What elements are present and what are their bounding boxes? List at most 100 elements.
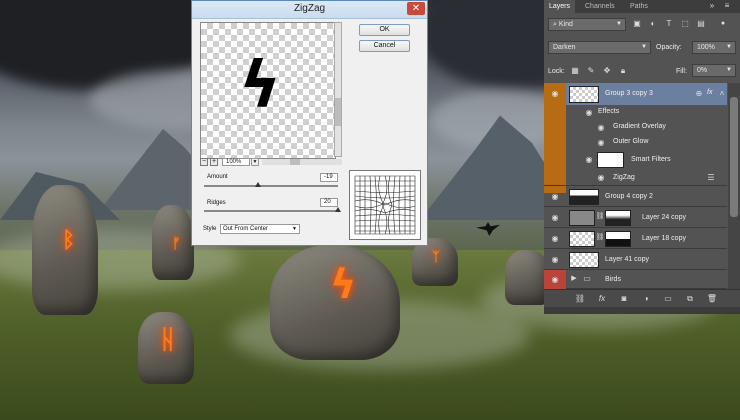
link-layers-icon[interactable]: ⛓ [574,293,586,304]
effect-row-outer-glow[interactable]: ◉ Outer Glow [544,135,727,150]
tab-layers[interactable]: Layers [544,0,576,13]
eye-icon[interactable]: ◉ [550,235,560,243]
style-dropdown[interactable]: Out From Center ▼ [220,224,300,234]
filter-blending-options-icon[interactable]: ☰ [706,173,716,183]
eye-icon[interactable]: ◉ [550,90,560,98]
layer-name[interactable]: Group 3 copy 3 [605,90,653,97]
add-fx-icon[interactable]: fx [596,293,608,304]
panel-tabs: Layers Channels Paths » ≡ [544,0,740,13]
filter-preview[interactable]: ϟ [200,22,336,159]
type-filter-icon[interactable]: T [664,19,674,29]
chevron-up-icon[interactable]: ˄ [717,89,727,99]
filter-row-zigzag[interactable]: ◉ ZigZag ☰ [544,170,727,186]
pixel-filter-icon[interactable]: ▣ [632,19,642,29]
blend-mode-dropdown[interactable]: Darken ▼ [548,41,651,54]
collapse-panel-icon[interactable]: » [707,1,717,11]
layers-scrollbar[interactable] [728,83,740,289]
mask-link-icon[interactable]: ⛓ [595,212,605,222]
preview-vertical-scrollbar[interactable] [334,22,342,157]
layer-name[interactable]: Layer 18 copy [642,235,686,242]
lock-transparency-icon[interactable]: ▦ [570,66,580,76]
fill-field[interactable]: 0% ▼ [692,64,736,77]
layer-mask-thumbnail[interactable] [605,231,631,247]
ridges-slider-track[interactable] [204,210,338,212]
effects-row[interactable]: ◉ Effects [544,105,727,120]
scrollbar-thumb[interactable] [290,159,300,165]
preview-horizontal-scrollbar[interactable] [262,159,342,165]
amount-slider-track[interactable] [204,185,338,187]
smart-filters-row[interactable]: ◉ Smart Filters [544,150,727,170]
close-icon[interactable]: ✕ [407,2,425,15]
layer-name[interactable]: Layer 41 copy [605,256,649,263]
trash-icon[interactable]: 🗑︎ [706,293,718,304]
folder-icon: ▭ [583,274,591,283]
layer-name[interactable]: Birds [605,276,621,283]
zoom-level-field[interactable]: 100% [222,158,250,166]
lock-all-icon[interactable]: 🔒︎ [618,66,628,76]
eye-icon[interactable]: ◉ [550,256,560,264]
fx-badge-icon[interactable]: fx [707,89,712,96]
style-value: Out From Center [223,226,269,232]
opacity-field[interactable]: 100% ▼ [692,41,736,54]
layer-row-birds[interactable]: ◉ ▶ ▭ Birds [544,270,727,289]
add-mask-icon[interactable]: ◙ [618,293,630,304]
adjustment-filter-icon[interactable]: ◐ [648,19,658,29]
tab-paths[interactable]: Paths [625,0,653,13]
kind-filter-dropdown[interactable]: ⌕ Kind ▼ [548,18,626,31]
effect-name: Gradient Overlay [613,123,666,130]
rune-glow: ᚺ [160,325,176,355]
preview-zoom-bar: − + 100% ▼ [200,158,342,167]
chevron-right-icon[interactable]: ▶ [569,274,579,284]
layer-row-layer-41-copy[interactable]: ◉ Layer 41 copy [544,249,727,270]
eye-icon[interactable]: ◉ [596,139,606,147]
layer-name[interactable]: Layer 24 copy [642,214,686,221]
dialog-title: ZigZag [293,3,326,14]
eye-icon[interactable]: ◉ [596,174,606,182]
panel-menu-icon[interactable]: ≡ [722,1,732,11]
zoom-in-button[interactable]: + [210,158,218,166]
tab-channels[interactable]: Channels [580,0,620,13]
amount-field[interactable]: -19 [320,173,338,182]
mask-link-icon[interactable]: ⛓ [595,233,605,243]
opacity-value: 100% [697,44,715,51]
layer-name[interactable]: Group 4 copy 2 [605,193,653,200]
chevron-down-icon: ▼ [726,44,732,50]
layer-mask-thumbnail[interactable] [605,210,631,226]
style-label: Style [203,226,217,232]
new-adjustment-layer-icon[interactable]: ◑ [640,293,652,304]
scrollbar-thumb[interactable] [335,98,341,126]
ok-button[interactable]: OK [359,24,410,36]
layer-row-layer-24-copy[interactable]: ◉ ⛓ Layer 24 copy [544,207,727,228]
shape-filter-icon[interactable]: ⬚ [680,19,690,29]
ridges-field[interactable]: 20 [320,198,338,207]
eye-icon[interactable]: ◉ [550,276,560,284]
scrollbar-thumb[interactable] [730,97,738,217]
new-group-folder-icon[interactable]: ▭ [662,293,674,304]
eye-icon[interactable]: ◉ [584,109,594,117]
new-layer-icon[interactable]: ⧉ [684,293,696,304]
dialog-titlebar[interactable]: ZigZag ✕ [192,1,427,19]
effect-row-gradient-overlay[interactable]: ◉ Gradient Overlay [544,120,727,135]
filter-toggle-icon[interactable]: ● [718,19,728,29]
cancel-button[interactable]: Cancel [359,40,410,52]
layer-row-group-4-copy-2[interactable]: ◉ Group 4 copy 2 [544,186,727,207]
smart-object-filter-icon[interactable]: ▤ [696,19,706,29]
effects-label: Effects [598,108,620,115]
preview-rune: ϟ [239,49,282,123]
ridges-slider-handle[interactable] [335,207,341,212]
lock-position-icon[interactable]: ✥ [602,66,612,76]
amount-slider-handle[interactable] [255,182,262,187]
zoom-out-button[interactable]: − [200,158,208,166]
layer-row-group-3-copy-3[interactable]: ◉ Group 3 copy 3 ⊕ fx ˄ [544,83,727,193]
eye-icon[interactable]: ◉ [550,214,560,222]
layer-row-layer-18-copy[interactable]: ◉ ⛓ Layer 18 copy [544,228,727,249]
zoom-dropdown-icon[interactable]: ▼ [251,158,259,166]
eye-icon[interactable]: ◉ [550,193,560,201]
eye-icon[interactable]: ◉ [584,156,594,164]
layers-footer-toolbar: ⛓ fx ◙ ◑ ▭ ⧉ 🗑︎ [544,289,740,308]
chevron-down-icon: ▼ [292,226,297,232]
lock-pixels-icon[interactable]: ✎ [586,66,596,76]
eye-icon[interactable]: ◉ [596,124,606,132]
amount-label: Amount [207,174,228,180]
filter-mask-thumbnail [597,152,624,168]
